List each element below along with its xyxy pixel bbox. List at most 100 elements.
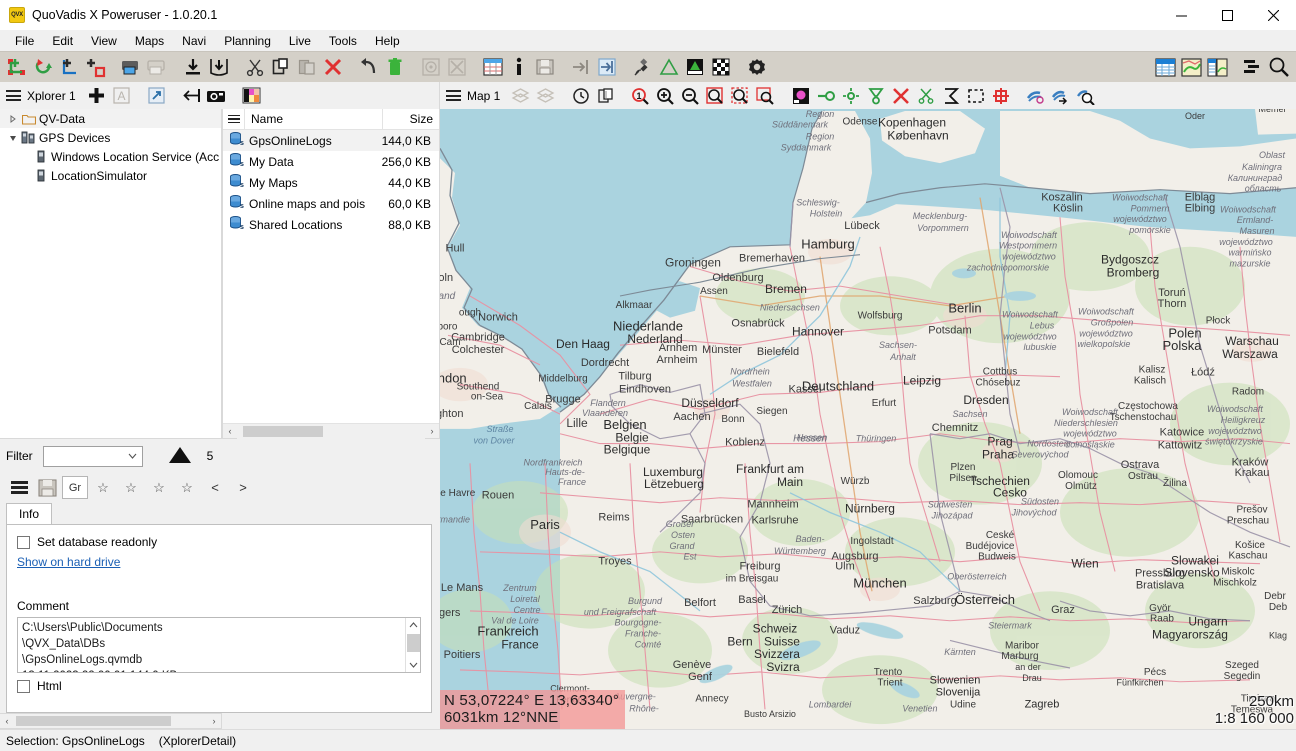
zoom-rect-icon[interactable]	[703, 84, 728, 107]
track-goto-icon[interactable]	[1048, 84, 1073, 107]
scroll-thumb[interactable]	[243, 426, 323, 437]
point-node-icon[interactable]	[838, 84, 863, 107]
tree-item-location-simulator[interactable]: LocationSimulator	[0, 166, 221, 185]
new-route-icon[interactable]	[30, 54, 56, 80]
import-image-icon[interactable]	[118, 54, 144, 80]
track-find-icon[interactable]	[1073, 84, 1098, 107]
search-icon[interactable]	[1266, 54, 1292, 80]
favorite-1-icon[interactable]: ☆	[90, 476, 116, 499]
scroll-track[interactable]	[14, 714, 207, 728]
zoom-selection-icon[interactable]	[728, 84, 753, 107]
map-menu-icon[interactable]	[446, 88, 461, 104]
menu-item-view[interactable]: View	[82, 32, 126, 50]
save-db-icon[interactable]	[34, 476, 60, 499]
crosshair-icon[interactable]	[988, 84, 1013, 107]
menu-item-live[interactable]: Live	[280, 32, 320, 50]
prev-button[interactable]: <	[202, 476, 228, 499]
list-horizontal-scrollbar[interactable]: ‹ ›	[223, 423, 439, 438]
menu-item-maps[interactable]: Maps	[126, 32, 173, 50]
map-panel[interactable]: HullcolnglandoughNorwicherboroCambridgeC…	[440, 109, 1296, 729]
triangle-tool-icon[interactable]	[656, 54, 682, 80]
scroll-thumb[interactable]	[16, 716, 171, 726]
copy-icon[interactable]	[268, 54, 294, 80]
shortcut-icon[interactable]	[144, 84, 169, 107]
move-into-icon[interactable]	[594, 54, 620, 80]
save-icon[interactable]	[532, 54, 558, 80]
download-all-icon[interactable]	[206, 54, 232, 80]
comment-box[interactable]: C:\Users\Public\Documents \QVX_Data\DBs …	[17, 617, 421, 673]
cd-icon[interactable]	[418, 54, 444, 80]
profile-icon[interactable]	[938, 84, 963, 107]
table-icon[interactable]	[480, 54, 506, 80]
menu-item-help[interactable]: Help	[366, 32, 409, 50]
scroll-track[interactable]	[237, 424, 425, 439]
export-image-icon[interactable]	[144, 54, 170, 80]
filter-point-icon[interactable]	[863, 84, 888, 107]
list-item[interactable]: s My Data 256,0 KB	[223, 151, 439, 172]
menu-item-file[interactable]: File	[6, 32, 43, 50]
comment-scroll-thumb[interactable]	[407, 634, 420, 652]
scroll-right-arrow[interactable]: ›	[207, 716, 221, 726]
html-checkbox[interactable]	[17, 680, 30, 693]
group-button[interactable]: Gr	[62, 476, 88, 499]
column-header-size[interactable]: Size	[383, 109, 439, 129]
copy-map-icon[interactable]	[593, 84, 618, 107]
favorite-2-icon[interactable]: ☆	[118, 476, 144, 499]
cut-icon[interactable]	[242, 54, 268, 80]
paste-icon[interactable]	[294, 54, 320, 80]
undo-icon[interactable]	[356, 54, 382, 80]
info-icon[interactable]	[506, 54, 532, 80]
show-on-hard-drive-link[interactable]: Show on hard drive	[17, 555, 421, 569]
layers-icon[interactable]	[508, 84, 533, 107]
html-checkbox-row[interactable]: Html	[17, 679, 421, 693]
collapse-twisty-icon[interactable]	[6, 134, 20, 142]
download-icon[interactable]	[180, 54, 206, 80]
new-track-icon[interactable]	[4, 54, 30, 80]
track-nav-icon[interactable]	[1023, 84, 1048, 107]
chevron-down-icon[interactable]	[409, 658, 418, 672]
text-icon[interactable]: A	[109, 84, 134, 107]
tree-item-qv-data[interactable]: QV-Data	[0, 109, 221, 128]
screenshot-icon[interactable]	[788, 84, 813, 107]
map-list-icon[interactable]	[1204, 54, 1230, 80]
cancel-tile-icon[interactable]	[444, 54, 470, 80]
expand-twisty-icon[interactable]	[6, 115, 20, 123]
readonly-checkbox[interactable]	[17, 536, 30, 549]
camera-icon[interactable]	[204, 84, 229, 107]
list-menu-icon[interactable]	[6, 476, 32, 499]
maximize-button[interactable]	[1204, 0, 1250, 30]
close-button[interactable]	[1250, 0, 1296, 30]
select-rect-icon[interactable]	[963, 84, 988, 107]
list-item[interactable]: s Online maps and pois 60,0 KB	[223, 193, 439, 214]
menu-item-navi[interactable]: Navi	[173, 32, 215, 50]
settings-gear-icon[interactable]	[744, 54, 770, 80]
tree-item-gps-devices[interactable]: GPS Devices	[0, 128, 221, 147]
menu-item-planning[interactable]: Planning	[215, 32, 280, 50]
menu-item-tools[interactable]: Tools	[320, 32, 366, 50]
menu-item-edit[interactable]: Edit	[43, 32, 82, 50]
delete-icon[interactable]	[320, 54, 346, 80]
satellite-icon[interactable]	[630, 54, 656, 80]
favorite-3-icon[interactable]: ☆	[146, 476, 172, 499]
triangle-up-icon[interactable]	[167, 445, 193, 468]
zoom-out-icon[interactable]	[678, 84, 703, 107]
zoom-in-icon[interactable]	[653, 84, 678, 107]
column-header-name[interactable]: Name	[245, 109, 383, 129]
trash-icon[interactable]	[382, 54, 408, 80]
zoom-find-icon[interactable]	[753, 84, 778, 107]
color-palette-icon[interactable]	[239, 84, 264, 107]
map-canvas[interactable]: HullcolnglandoughNorwicherboroCambridgeC…	[440, 109, 1296, 729]
readonly-checkbox-row[interactable]: Set database readonly	[17, 535, 421, 549]
tree-item-windows-location-service[interactable]: Windows Location Service (Acc	[0, 147, 221, 166]
list-item[interactable]: s Shared Locations 88,0 KB	[223, 214, 439, 235]
data-table-icon[interactable]	[1152, 54, 1178, 80]
xplorer-menu-icon[interactable]	[6, 88, 21, 104]
history-clock-icon[interactable]	[568, 84, 593, 107]
chevron-up-icon[interactable]	[409, 618, 418, 632]
forest-map-icon[interactable]	[682, 54, 708, 80]
new-waypoint-icon[interactable]	[56, 54, 82, 80]
checker-map-icon[interactable]	[708, 54, 734, 80]
layers-alt-icon[interactable]	[533, 84, 558, 107]
delete-point-icon[interactable]	[888, 84, 913, 107]
list-menu-icon[interactable]	[223, 109, 245, 129]
